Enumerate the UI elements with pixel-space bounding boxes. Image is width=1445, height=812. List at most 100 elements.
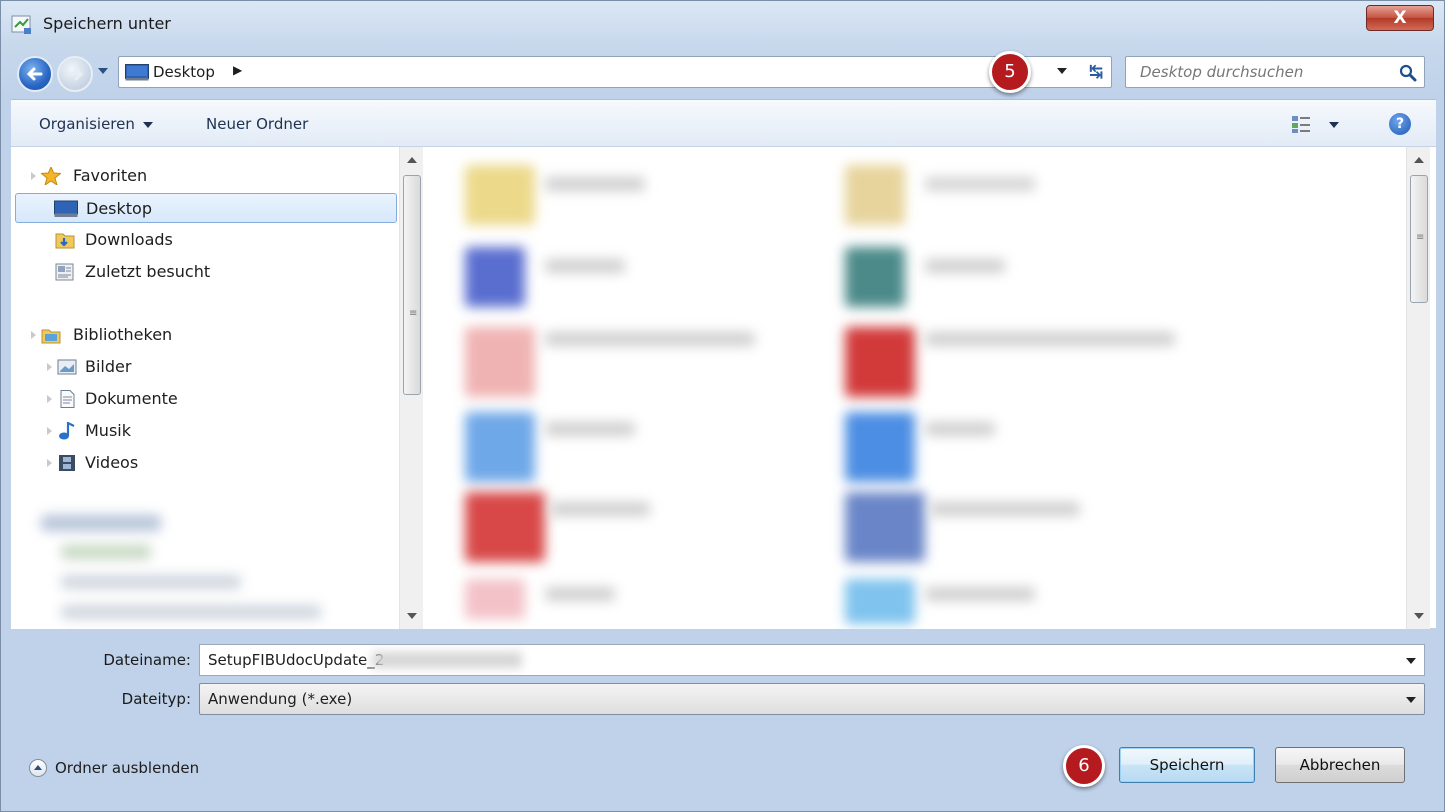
toolbar: Organisieren Neuer Ordner ? — [11, 99, 1436, 147]
view-dropdown-icon[interactable] — [1329, 122, 1339, 128]
file-list-scrollbar[interactable]: ≡ — [1406, 147, 1430, 629]
sidebar-item-music[interactable]: Musik — [15, 416, 397, 446]
scroll-up-icon[interactable] — [407, 157, 417, 163]
dialog-footer: Ordner ausblenden Speichern Abbrechen — [11, 729, 1436, 805]
scroll-thumb[interactable]: ≡ — [1410, 175, 1428, 303]
blurred-filename-part — [372, 652, 522, 668]
tree-label: Bibliotheken — [73, 325, 173, 344]
file-list[interactable] — [425, 147, 1416, 629]
blurred-file-icon[interactable] — [845, 492, 925, 562]
blurred-file-label — [925, 177, 1035, 191]
sidebar-item-desktop[interactable]: Desktop — [15, 193, 397, 223]
expand-icon[interactable] — [31, 331, 36, 339]
filetype-value: Anwendung (*.exe) — [208, 690, 353, 708]
blurred-tree-item — [41, 515, 161, 531]
step-badge-5: 5 — [989, 51, 1031, 93]
sidebar-item-downloads[interactable]: Downloads — [15, 225, 397, 255]
address-location[interactable]: Desktop — [153, 63, 215, 81]
back-arrow-icon — [26, 67, 43, 81]
sidebar-item-recent[interactable]: Zuletzt besucht — [15, 257, 397, 287]
scroll-up-icon[interactable] — [1414, 157, 1424, 163]
title-bar: Speichern unter X — [1, 1, 1444, 47]
chevron-down-icon[interactable] — [1406, 658, 1416, 664]
scroll-down-icon[interactable] — [407, 613, 417, 619]
star-icon — [41, 167, 61, 185]
blurred-file-label — [925, 332, 1175, 346]
grip-icon: ≡ — [1416, 232, 1425, 243]
step-badge-6: 6 — [1063, 745, 1105, 787]
blurred-file-label — [925, 587, 1035, 601]
navigation-pane: Favoriten Desktop Downloads Zuletzt besu… — [11, 147, 425, 629]
save-as-dialog: Speichern unter X Desktop ▶ ↹ Desktop du… — [0, 0, 1445, 812]
blurred-file-icon[interactable] — [465, 165, 535, 225]
scroll-thumb[interactable]: ≡ — [403, 175, 421, 395]
tree-label: Videos — [85, 453, 139, 472]
address-bar[interactable]: Desktop ▶ — [118, 56, 1112, 88]
expand-icon[interactable] — [47, 395, 52, 403]
blurred-file-icon[interactable] — [845, 165, 905, 225]
save-button[interactable]: Speichern — [1119, 747, 1255, 783]
breadcrumb-chevron-icon[interactable]: ▶ — [233, 63, 242, 77]
blurred-file-icon[interactable] — [465, 247, 525, 307]
blurred-file-label — [930, 502, 1080, 516]
desktop-icon — [125, 64, 149, 81]
blurred-file-icon[interactable] — [845, 412, 915, 482]
organize-menu[interactable]: Organisieren — [39, 115, 153, 133]
back-button[interactable] — [17, 56, 53, 92]
search-placeholder: Desktop durchsuchen — [1140, 63, 1304, 81]
expand-icon[interactable] — [47, 459, 52, 467]
filename-value[interactable]: SetupFIBUdocUpdate_2 — [208, 651, 384, 669]
chevron-down-icon[interactable] — [1406, 697, 1416, 703]
sidebar-item-videos[interactable]: Videos — [15, 448, 397, 478]
filename-label: Dateiname: — [103, 651, 191, 669]
close-button[interactable]: X — [1366, 5, 1434, 31]
view-options-icon[interactable] — [1291, 114, 1311, 134]
navigation-scrollbar[interactable]: ≡ — [399, 147, 423, 629]
blurred-file-label — [545, 422, 635, 436]
expand-icon[interactable] — [47, 363, 52, 371]
blurred-file-icon[interactable] — [845, 327, 915, 397]
downloads-folder-icon — [55, 233, 75, 249]
refresh-icon[interactable]: ↹ — [1081, 58, 1111, 86]
sidebar-item-documents[interactable]: Dokumente — [15, 384, 397, 414]
pictures-icon — [57, 359, 77, 375]
help-icon[interactable]: ? — [1389, 113, 1411, 135]
filetype-select[interactable]: Anwendung (*.exe) — [199, 683, 1425, 715]
save-as-icon — [11, 15, 31, 34]
blurred-file-label — [545, 177, 645, 191]
tree-libraries[interactable]: Bibliotheken — [25, 320, 395, 350]
scroll-down-icon[interactable] — [1414, 613, 1424, 619]
cancel-button[interactable]: Abbrechen — [1275, 747, 1405, 783]
address-dropdown-icon[interactable] — [1057, 68, 1067, 74]
new-folder-button[interactable]: Neuer Ordner — [206, 115, 308, 133]
chevron-down-icon — [142, 121, 153, 128]
forward-button[interactable] — [57, 56, 93, 92]
blurred-file-label — [545, 332, 755, 346]
filename-field[interactable]: SetupFIBUdocUpdate_2 — [199, 644, 1425, 676]
expand-icon[interactable] — [31, 172, 36, 180]
blurred-file-label — [925, 259, 1005, 273]
tree-favorites[interactable]: Favoriten — [25, 161, 395, 191]
search-input[interactable]: Desktop durchsuchen — [1125, 56, 1425, 88]
filetype-label: Dateityp: — [121, 690, 191, 708]
blurred-file-icon[interactable] — [465, 492, 545, 562]
music-note-icon — [59, 422, 75, 440]
blurred-file-icon[interactable] — [845, 247, 905, 307]
blurred-file-icon[interactable] — [465, 412, 535, 482]
blurred-file-icon[interactable] — [465, 579, 525, 619]
blurred-file-icon[interactable] — [465, 327, 535, 397]
recent-pages-dropdown[interactable] — [97, 67, 109, 75]
documents-icon — [60, 390, 75, 408]
search-icon[interactable] — [1398, 63, 1418, 83]
organize-label: Organisieren — [39, 115, 135, 133]
blurred-file-icon[interactable] — [845, 579, 915, 624]
collapse-icon — [29, 759, 47, 777]
expand-icon[interactable] — [47, 427, 52, 435]
videos-icon — [59, 455, 75, 471]
blurred-tree-item — [61, 545, 151, 559]
blurred-file-label — [545, 587, 615, 601]
blurred-file-label — [550, 502, 650, 516]
recent-places-icon — [55, 263, 74, 281]
sidebar-item-pictures[interactable]: Bilder — [15, 352, 397, 382]
tree-label: Musik — [85, 421, 131, 440]
